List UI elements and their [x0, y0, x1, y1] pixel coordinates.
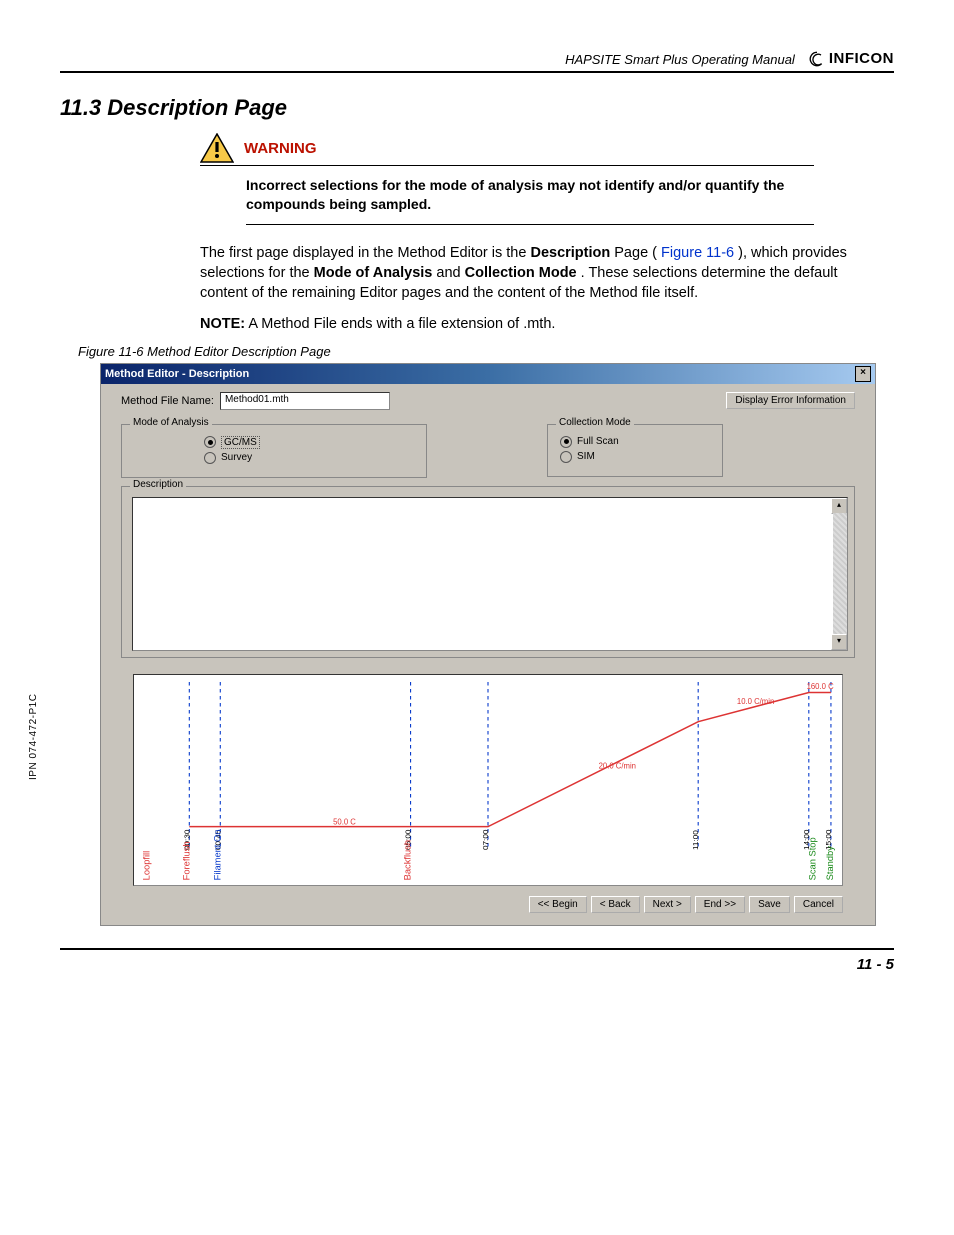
save-button[interactable]: Save [749, 896, 790, 913]
method-file-input[interactable]: Method01.mth [220, 392, 390, 410]
brand-logo: INFICON [809, 50, 894, 67]
scroll-down-button[interactable]: ▾ [831, 634, 847, 650]
figure-link[interactable]: Figure 11-6 [661, 245, 734, 261]
titlebar: Method Editor - Description × [101, 364, 875, 384]
p-m3: and [436, 265, 464, 281]
intro-paragraph: The first page displayed in the Method E… [200, 243, 854, 304]
collection-mode-group: Collection Mode Full Scan SIM [547, 424, 723, 477]
figure-caption: Figure 11-6 Method Editor Description Pa… [78, 344, 894, 359]
seg-160c: 160.0 C [807, 682, 834, 691]
back-button[interactable]: < Back [591, 896, 640, 913]
doc-title: HAPSITE Smart Plus Operating Manual [565, 52, 795, 67]
t-0700: 07:00 [481, 829, 490, 850]
t-1100: 11:00 [691, 830, 700, 850]
scroll-up-button[interactable]: ▴ [831, 498, 847, 514]
ev-foreflush: Foreflush [182, 841, 192, 880]
chart-svg: 50.0 C 20.0 C/min 10.0 C/min 160.0 C 00:… [134, 675, 842, 885]
warning-block: WARNING Incorrect selections for the mod… [200, 133, 814, 225]
close-button[interactable]: × [855, 366, 871, 382]
desc-legend: Description [130, 479, 186, 490]
p-pre: The first page displayed in the Method E… [200, 245, 530, 261]
p-m1: Page ( [614, 245, 657, 261]
display-error-button[interactable]: Display Error Information [726, 392, 855, 409]
coll-full-radio[interactable]: Full Scan [560, 436, 710, 448]
warning-triangle-icon [200, 133, 234, 163]
page-header: HAPSITE Smart Plus Operating Manual INFI… [60, 50, 894, 73]
coll-full-label: Full Scan [577, 436, 619, 447]
side-ipn-code: IPN 074-472-P1C [28, 694, 39, 780]
mode-of-analysis-group: Mode of Analysis GC/MS Survey [121, 424, 427, 478]
begin-button[interactable]: << Begin [529, 896, 587, 913]
radio-selected-icon [204, 436, 216, 448]
note-label: NOTE: [200, 316, 245, 332]
coll-sim-radio[interactable]: SIM [560, 451, 710, 463]
window-title: Method Editor - Description [105, 368, 249, 380]
ev-scanstop: Scan Stop [808, 837, 818, 880]
scroll-track[interactable] [833, 513, 847, 635]
temperature-profile-chart: 50.0 C 20.0 C/min 10.0 C/min 160.0 C 00:… [133, 674, 843, 886]
coll-sim-label: SIM [577, 451, 595, 462]
wizard-button-row: << Begin < Back Next > End >> Save Cance… [121, 890, 855, 921]
mode-legend: Mode of Analysis [130, 417, 212, 428]
ev-standby: Standby [825, 846, 835, 881]
note-text: A Method File ends with a file extension… [248, 316, 555, 332]
seg-10cmin: 10.0 C/min [737, 697, 774, 706]
ev-backflush: Backflush [403, 840, 413, 880]
radio-empty-icon [560, 451, 572, 463]
p-b2: Mode of Analysis [314, 265, 433, 281]
brand-text: INFICON [829, 50, 894, 67]
method-editor-window: Method Editor - Description × Method Fil… [100, 363, 876, 926]
p-b3: Collection Mode [465, 265, 577, 281]
ev-filon: Filament On [213, 830, 223, 881]
end-button[interactable]: End >> [695, 896, 745, 913]
note-paragraph: NOTE: A Method File ends with a file ext… [200, 314, 854, 334]
next-button[interactable]: Next > [644, 896, 691, 913]
section-heading: 11.3 Description Page [60, 95, 894, 121]
page-number: 11 - 5 [857, 956, 894, 973]
radio-selected-icon [560, 436, 572, 448]
mode-gcms-radio[interactable]: GC/MS [204, 436, 414, 449]
coll-legend: Collection Mode [556, 417, 634, 428]
cancel-button[interactable]: Cancel [794, 896, 843, 913]
page-footer: 11 - 5 [60, 948, 894, 973]
mode-gcms-label: GC/MS [221, 436, 260, 449]
ev-loopfill: Loopfill [142, 851, 152, 881]
seg-20cmin: 20.0 C/min [599, 761, 636, 770]
mode-survey-label: Survey [221, 452, 252, 463]
warning-text: Incorrect selections for the mode of ana… [246, 166, 814, 225]
brand-swirl-icon [809, 51, 825, 67]
warning-label: WARNING [244, 140, 317, 157]
p-b1: Description [530, 245, 610, 261]
method-file-label: Method File Name: [121, 395, 214, 407]
description-group: Description ▴ ▾ [121, 486, 855, 658]
mode-survey-radio[interactable]: Survey [204, 452, 414, 464]
radio-empty-icon [204, 452, 216, 464]
seg-50c: 50.0 C [333, 817, 356, 826]
description-textarea[interactable]: ▴ ▾ [132, 497, 848, 651]
